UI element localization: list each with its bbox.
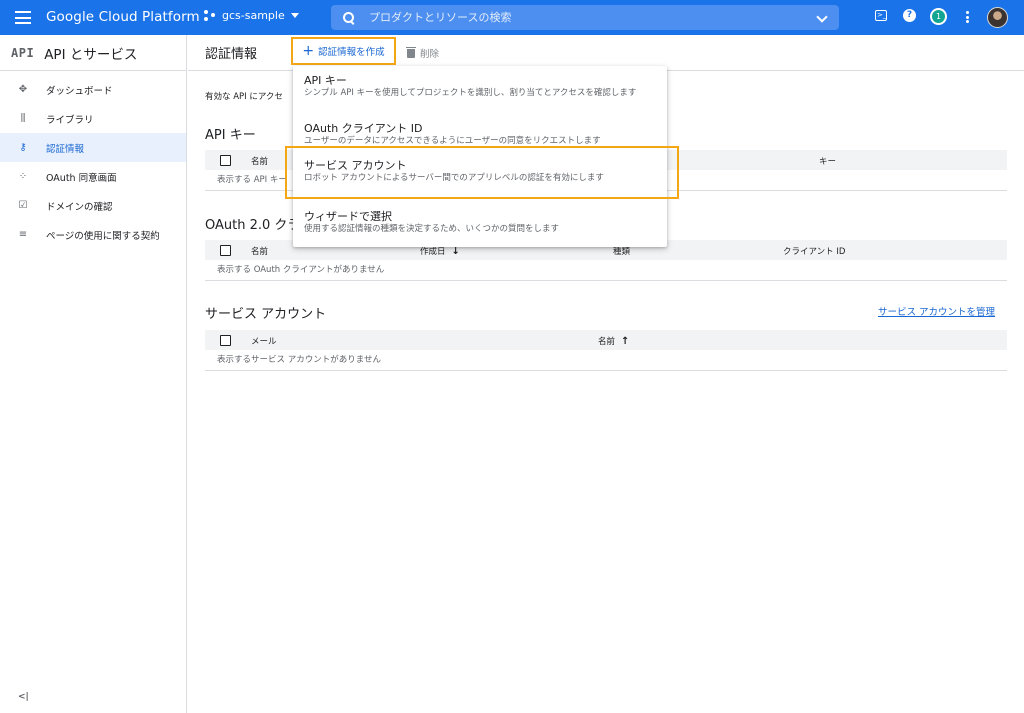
sidebar-item-label: ページの使用に関する契約 — [46, 230, 160, 242]
sidebar-item-library[interactable]: ⫼ ライブラリ — [0, 104, 186, 133]
menu-item-title: サービス アカウント — [304, 159, 407, 172]
project-selector[interactable]: gcs-sample — [204, 9, 299, 22]
menu-item-service-account[interactable]: サービス アカウント ロボット アカウントによるサーバー間でのアプリレベルの認証… — [293, 152, 667, 190]
column-header-name-label: 名前 — [598, 337, 616, 347]
manage-service-accounts-link[interactable]: サービス アカウントを管理 — [878, 304, 995, 318]
column-header-name[interactable]: 名前 — [251, 155, 268, 167]
project-icon — [204, 9, 216, 22]
avatar[interactable] — [987, 7, 1008, 28]
project-name: gcs-sample — [222, 9, 285, 22]
plus-icon: + — [302, 43, 315, 59]
trash-icon — [406, 46, 416, 58]
menu-item-description: ロボット アカウントによるサーバー間でのアプリレベルの認証を有効にします — [304, 173, 604, 183]
create-credentials-label: 認証情報を作成 — [318, 47, 385, 58]
create-credentials-button[interactable]: + 認証情報を作成 — [291, 37, 396, 65]
dashboard-icon: ✥ — [18, 84, 28, 95]
column-header-name[interactable]: 名前 ↑ — [598, 335, 629, 347]
brand-title[interactable]: Google Cloud Platform — [46, 9, 200, 25]
delete-label: 削除 — [420, 49, 440, 60]
menu-item-description: シンプル API キーを使用してプロジェクトを識別し、割り当てとアクセスを確認し… — [304, 88, 637, 98]
menu-item-title: API キー — [304, 74, 347, 87]
top-app-bar: Google Cloud Platform gcs-sample >_ ? 1 — [0, 0, 1024, 35]
column-header-key[interactable]: キー — [819, 155, 836, 167]
arrow-down-icon: ↓ — [451, 246, 460, 257]
menu-item-description: 使用する認証情報の種類を決定するため、いくつかの質問をします — [304, 224, 560, 234]
page-usage-agreement-icon: ≡ — [18, 229, 28, 240]
select-all-checkbox[interactable] — [220, 244, 231, 256]
service-accounts-title: サービス アカウント — [205, 307, 327, 322]
menu-item-description: ユーザーのデータにアクセスできるようにユーザーの同意をリクエストします — [304, 136, 601, 146]
sidebar-item-label: ダッシュボード — [46, 85, 113, 97]
menu-icon[interactable] — [15, 11, 31, 24]
table-header: メール 名前 ↑ — [205, 330, 1007, 350]
select-all-checkbox[interactable] — [220, 334, 231, 346]
sidebar-header: API API とサービス — [0, 35, 186, 71]
sidebar-item-page-usage-agreements[interactable]: ≡ ページの使用に関する契約 — [0, 220, 186, 249]
menu-item-title: OAuth クライアント ID — [304, 122, 423, 135]
search-icon — [343, 11, 355, 24]
sidebar: API API とサービス ✥ ダッシュボード ⫼ ライブラリ ⚷ 認証情報 ⁘… — [0, 35, 187, 713]
oauth-title: OAuth 2.0 クラ — [205, 218, 301, 233]
page-title: 認証情報 — [205, 47, 258, 62]
sidebar-item-domain-verification[interactable]: ☑ ドメインの確認 — [0, 191, 186, 220]
menu-item-title: ウィザードで選択 — [304, 210, 392, 223]
key-icon: ⚷ — [19, 142, 27, 153]
help-icon[interactable]: ? — [903, 9, 916, 22]
api-logo-icon: API — [11, 45, 35, 60]
menu-item-oauth-client-id[interactable]: OAuth クライアント ID ユーザーのデータにアクセスできるようにユーザーの… — [293, 115, 667, 149]
arrow-up-icon: ↑ — [621, 336, 630, 347]
empty-row: 表示するサービス アカウントがありません — [205, 350, 1007, 371]
sidebar-item-label: OAuth 同意画面 — [46, 172, 117, 184]
sidebar-title: API とサービス — [44, 46, 138, 63]
sidebar-item-oauth-consent[interactable]: ⁘ OAuth 同意画面 — [0, 162, 186, 191]
menu-item-wizard[interactable]: ウィザードで選択 使用する認証情報の種類を決定するため、いくつかの質問をします — [293, 203, 667, 241]
column-header-client-id[interactable]: クライアント ID — [783, 245, 845, 257]
menu-item-api-key[interactable]: API キー シンプル API キーを使用してプロジェクトを識別し、割り当てとア… — [293, 66, 667, 115]
column-header-created-label: 作成日 — [420, 247, 446, 257]
intro-text: 有効な API にアクセ — [205, 92, 283, 102]
notifications-icon[interactable]: 1 — [930, 8, 947, 25]
column-header-email[interactable]: メール — [251, 335, 277, 347]
search-bar[interactable] — [331, 5, 839, 30]
notification-badge: 1 — [932, 10, 945, 23]
create-credentials-menu: API キー シンプル API キーを使用してプロジェクトを識別し、割り当てとア… — [293, 66, 667, 247]
sidebar-item-credentials[interactable]: ⚷ 認証情報 — [0, 133, 186, 162]
sidebar-item-label: ドメインの確認 — [46, 201, 113, 213]
select-all-checkbox[interactable] — [220, 154, 231, 166]
domain-verification-icon: ☑ — [18, 200, 28, 211]
sidebar-item-label: 認証情報 — [46, 143, 85, 155]
delete-button[interactable]: 削除 — [406, 46, 440, 60]
sidebar-item-label: ライブラリ — [46, 114, 94, 126]
empty-row: 表示する OAuth クライアントがありません — [205, 260, 1007, 281]
api-keys-title: API キー — [205, 128, 256, 143]
sidebar-item-dashboard[interactable]: ✥ ダッシュボード — [0, 75, 186, 104]
service-accounts-table: メール 名前 ↑ 表示するサービス アカウントがありません — [205, 330, 1007, 371]
search-input[interactable] — [369, 11, 799, 24]
column-header-name[interactable]: 名前 — [251, 245, 268, 257]
chevron-down-icon[interactable] — [816, 11, 828, 23]
cloud-shell-icon[interactable]: >_ — [875, 10, 887, 21]
caret-down-icon — [290, 13, 299, 18]
consent-screen-icon: ⁘ — [18, 171, 28, 182]
library-icon: ⫼ — [20, 113, 26, 124]
collapse-sidebar-icon[interactable]: <| — [18, 692, 29, 702]
more-options-icon[interactable] — [966, 11, 969, 25]
